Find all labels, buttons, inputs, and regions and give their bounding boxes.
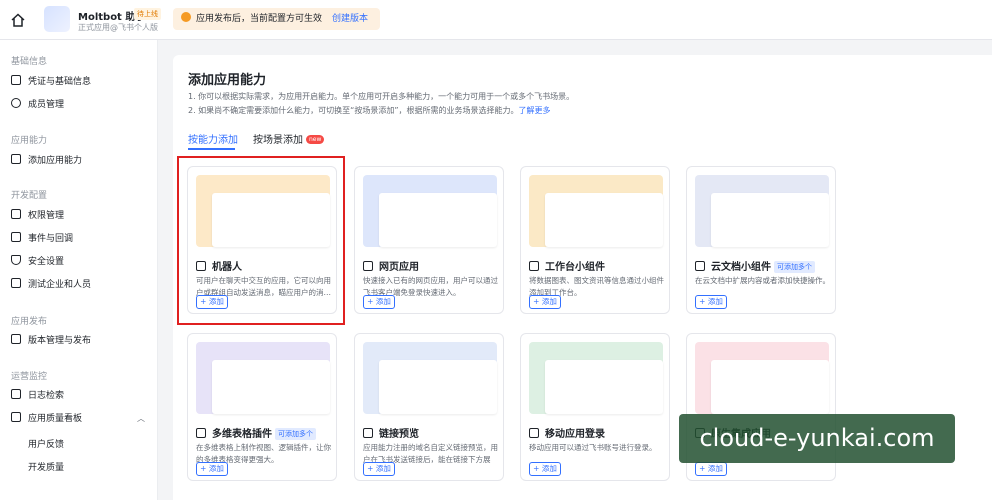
grid-icon — [11, 154, 21, 164]
sidebar-item-logs[interactable]: 日志检索 — [11, 387, 151, 405]
capability-icon — [529, 428, 539, 438]
sidebar-section-title: 开发配置 — [11, 191, 48, 201]
preview-window — [711, 193, 829, 247]
add-button[interactable]: + 添加 — [529, 462, 561, 476]
sidebar-item-versions[interactable]: 版本管理与发布 — [11, 332, 151, 350]
preview-window — [212, 360, 330, 414]
watermark: cloud-e-yunkai.com — [679, 414, 955, 463]
preview-window — [711, 360, 829, 414]
capability-icon — [529, 261, 539, 271]
chart-icon — [11, 412, 21, 422]
sidebar-item-credentials[interactable]: 凭证与基础信息 — [11, 73, 151, 91]
active-tab-underline — [188, 148, 235, 150]
card-preview-image — [363, 342, 497, 414]
page-title: 添加应用能力 — [188, 73, 267, 88]
sidebar-section-title: 应用发布 — [11, 317, 48, 327]
capability-icon — [363, 261, 373, 271]
capability-card[interactable]: 链接预览应用能力注册的域名自定义链接预览，用户在飞书发送链接后，能在链接下方展示… — [354, 333, 504, 481]
add-button[interactable]: + 添加 — [695, 462, 727, 476]
tab-by-capability[interactable]: 按能力添加 — [188, 131, 238, 146]
multi-add-tag: 可添加多个 — [275, 428, 316, 440]
capability-icon — [363, 428, 373, 438]
publish-notice: 应用发布后，当前配置方可生效 创建版本 — [173, 8, 380, 30]
card-preview-image — [196, 342, 330, 414]
capability-card[interactable]: 云文档小组件 可添加多个 在云文档中扩展内容或者添加快捷操作。 + 添加 — [686, 166, 836, 314]
card-title: 工作台小组件 — [529, 258, 605, 273]
tab-by-scenario[interactable]: 按场景添加 new — [253, 131, 325, 146]
preview-window — [545, 360, 663, 414]
app-status-badge: 待上线 — [134, 8, 161, 20]
shield-icon — [11, 255, 21, 265]
sidebar-item-members[interactable]: 成员管理 — [11, 96, 151, 114]
learn-more-link[interactable]: 了解更多 — [518, 106, 550, 115]
sidebar-item-add-capability[interactable]: 添加应用能力 — [11, 152, 151, 170]
card-title: 多维表格插件 可添加多个 — [196, 425, 316, 440]
multi-add-tag: 可添加多个 — [774, 261, 815, 273]
card-title: 云文档小组件 可添加多个 — [695, 258, 815, 273]
sidebar-item-security[interactable]: 安全设置 — [11, 253, 151, 271]
user-icon — [11, 98, 21, 108]
add-button[interactable]: + 添加 — [196, 462, 228, 476]
capability-icon — [196, 428, 206, 438]
card-preview-image — [695, 342, 829, 414]
sidebar-section-title: 应用能力 — [11, 136, 48, 146]
sidebar: 基础信息 凭证与基础信息 成员管理 应用能力 添加应用能力 开发配置 权限管理 … — [0, 40, 158, 500]
home-icon[interactable] — [10, 12, 26, 28]
card-preview-image — [529, 175, 663, 247]
capability-icon — [695, 261, 705, 271]
card-title: 链接预览 — [363, 425, 419, 440]
add-button[interactable]: + 添加 — [363, 462, 395, 476]
top-bar: Moltbot 助手 待上线 正式应用@飞书个人版 应用发布后，当前配置方可生效… — [0, 0, 992, 40]
app-avatar — [44, 6, 70, 32]
card-title: 网页应用 — [363, 258, 419, 273]
sidebar-item-test-tenant[interactable]: 测试企业和人员 — [11, 276, 151, 294]
capability-card[interactable]: 工作台小组件 将数据图表、图文资讯等信息通过小组件添加到工作台。 + 添加 — [520, 166, 670, 314]
warning-icon — [181, 12, 191, 22]
notice-text: 应用发布后，当前配置方可生效 — [196, 14, 323, 24]
sidebar-item-quality[interactable]: 应用质量看板 ︿ — [11, 410, 151, 428]
add-button[interactable]: + 添加 — [363, 295, 395, 309]
sidebar-section-title: 基础信息 — [11, 57, 48, 67]
sidebar-item-permissions[interactable]: 权限管理 — [11, 207, 151, 225]
lock-icon — [11, 209, 21, 219]
new-badge: new — [306, 135, 325, 144]
sidebar-section-title: 运营监控 — [11, 372, 48, 382]
add-button[interactable]: + 添加 — [695, 295, 727, 309]
card-preview-image — [695, 175, 829, 247]
description-line-2: 2. 如果尚不确定需要添加什么能力，可切换至“按场景添加”，根据所需的业务场景选… — [188, 106, 551, 115]
card-preview-image — [529, 342, 663, 414]
card-preview-image — [363, 175, 497, 247]
chevron-up-icon[interactable]: ︿ — [137, 410, 145, 428]
add-button[interactable]: + 添加 — [529, 295, 561, 309]
capability-card[interactable]: 多维表格插件 可添加多个 在多维表格上制作视图、逻辑插件，让你的多维表格变得更强大。… — [187, 333, 337, 481]
description-line-1: 1. 你可以根据实际需求，为应用开启能力。单个应用可开启多种能力，一个能力可用于… — [188, 92, 575, 101]
credentials-icon — [11, 75, 21, 85]
capability-card[interactable]: 网页应用 快速接入已有的网页应用，用户可以通过飞书客户端免登录快速进入。 + 添加 — [354, 166, 504, 314]
event-icon — [11, 232, 21, 242]
preview-window — [379, 360, 497, 414]
test-icon — [11, 278, 21, 288]
capability-card[interactable]: 移动应用登录 移动应用可以通过飞书账号进行登录。 + 添加 — [520, 333, 670, 481]
app-subtitle: 正式应用@飞书个人版 — [78, 23, 158, 32]
sidebar-subitem-feedback[interactable]: 用户反馈 — [28, 437, 64, 450]
highlight-box — [177, 156, 345, 325]
card-title: 移动应用登录 — [529, 425, 605, 440]
create-version-link[interactable]: 创建版本 — [332, 14, 368, 24]
preview-window — [379, 193, 497, 247]
sidebar-item-events[interactable]: 事件与回调 — [11, 230, 151, 248]
upload-icon — [11, 334, 21, 344]
sidebar-subitem-dev-quality[interactable]: 开发质量 — [28, 460, 64, 473]
log-icon — [11, 389, 21, 399]
preview-window — [545, 193, 663, 247]
